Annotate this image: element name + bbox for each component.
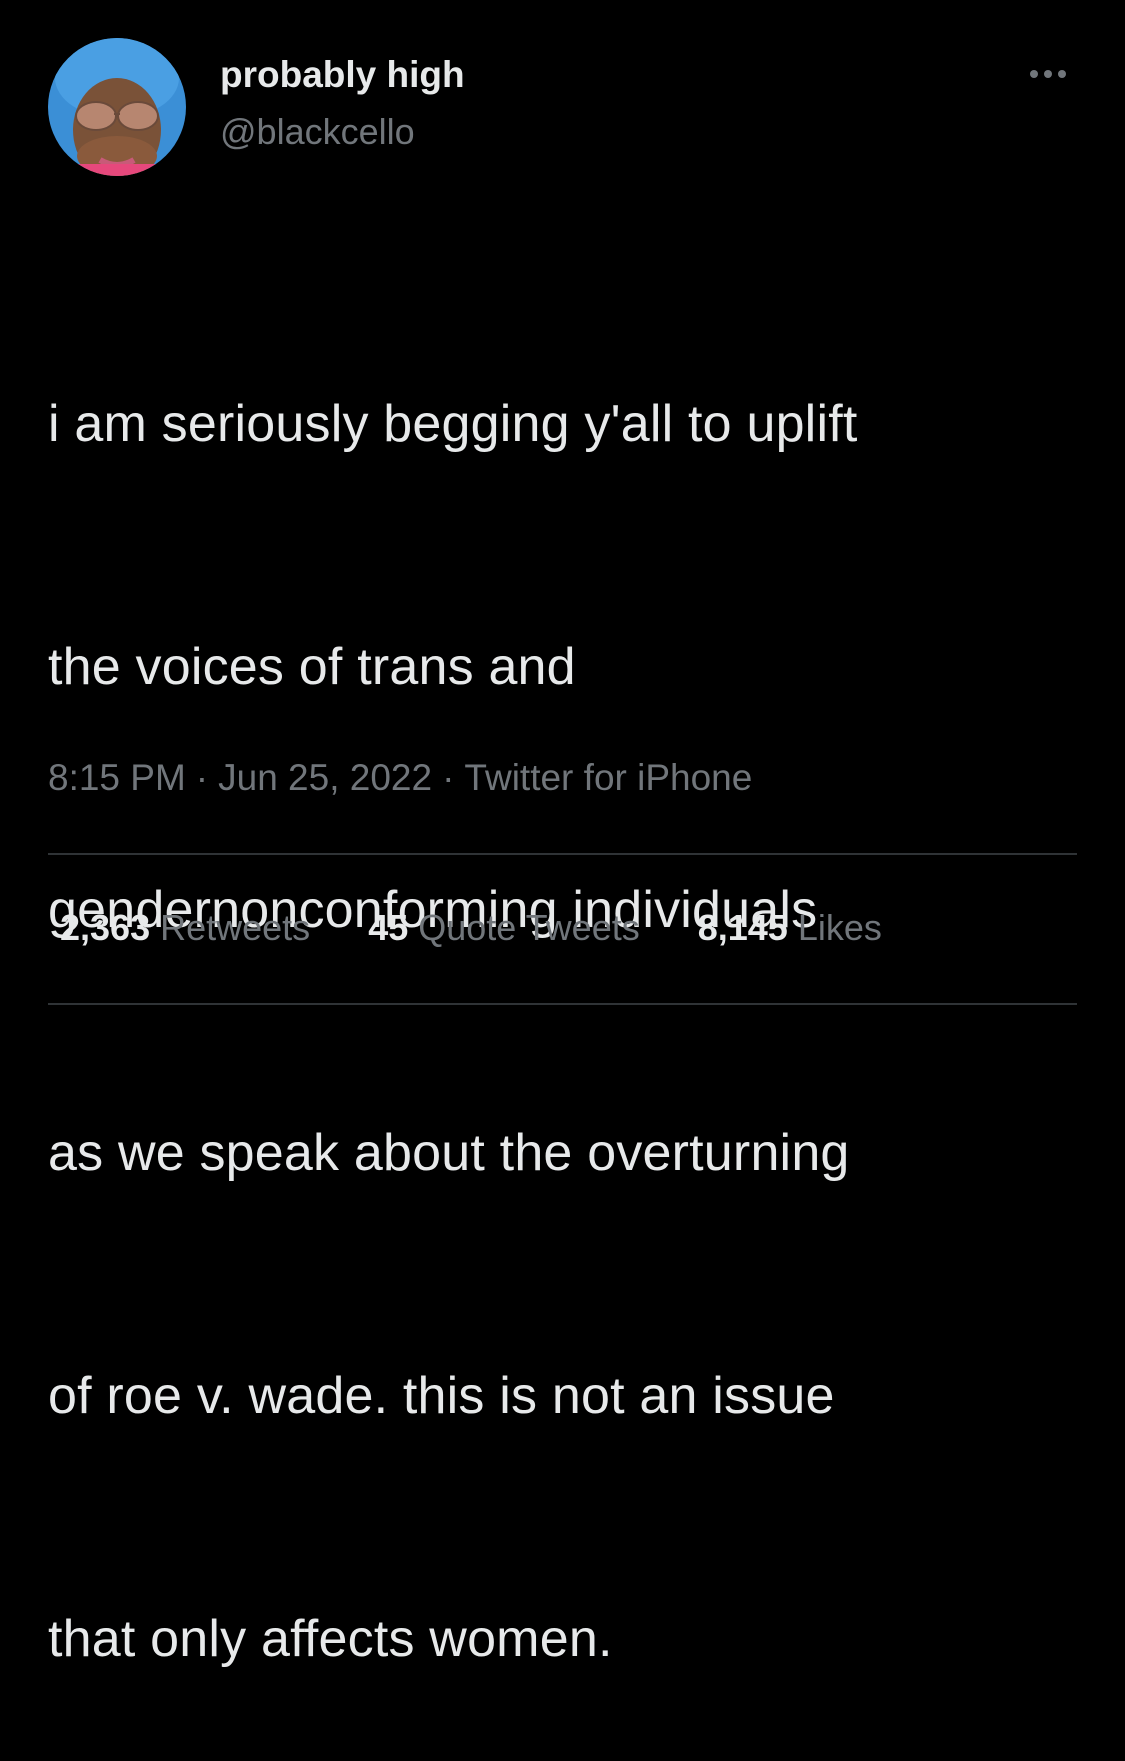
tweet-text: i am seriously begging y'all to uplift t… <box>48 222 1098 1761</box>
avatar[interactable] <box>48 38 186 176</box>
retweets-stat[interactable]: 2,363 Retweets <box>60 905 310 951</box>
meta-separator: · <box>442 757 455 798</box>
username-handle[interactable]: @blackcello <box>220 110 415 154</box>
tweet-metadata: 8:15 PM · Jun 25, 2022 · Twitter for iPhone <box>48 755 752 801</box>
tweet-date[interactable]: Jun 25, 2022 <box>218 757 432 798</box>
more-options-button[interactable] <box>1024 58 1080 90</box>
divider <box>48 1003 1077 1005</box>
meta-separator: · <box>195 757 209 798</box>
avatar-image <box>48 38 186 176</box>
engagement-stats: 2,363 Retweets 45 Quote Tweets 8,145 Lik… <box>60 905 940 951</box>
tweet-text-line: the voices of trans and <box>48 638 576 696</box>
tweet-text-line: that only affects women. <box>48 1610 613 1668</box>
quote-tweets-stat[interactable]: 45 Quote Tweets <box>368 905 640 951</box>
divider <box>48 853 1077 855</box>
retweets-count: 2,363 <box>60 907 151 948</box>
more-horizontal-icon <box>1030 70 1066 78</box>
likes-label: Likes <box>797 907 882 948</box>
retweets-label: Retweets <box>160 907 311 948</box>
tweet-time[interactable]: 8:15 PM <box>48 757 186 798</box>
display-name[interactable]: probably high <box>220 52 465 98</box>
tweet-text-line: of roe v. wade. this is not an issue <box>48 1367 835 1425</box>
tweet-text-line: i am seriously begging y'all to uplift <box>48 395 858 453</box>
likes-stat[interactable]: 8,145 Likes <box>698 905 882 951</box>
likes-count: 8,145 <box>697 907 788 948</box>
quote-tweets-label: Quote Tweets <box>418 907 640 948</box>
quote-tweets-count: 45 <box>368 907 409 948</box>
tweet-source[interactable]: Twitter for iPhone <box>464 757 752 798</box>
tweet-text-line: as we speak about the overturning <box>48 1124 850 1182</box>
